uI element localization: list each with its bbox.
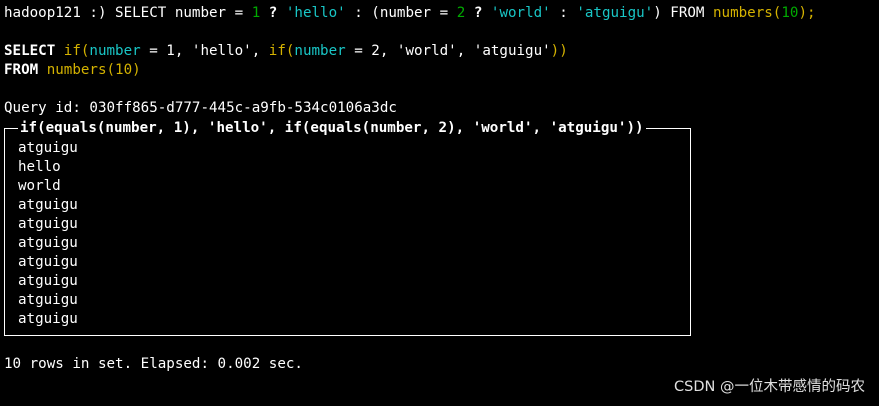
string-hello: 'hello' <box>285 5 346 21</box>
numbers-table-function: numbers <box>46 62 107 78</box>
column-header: if(equals(number, 1), 'hello', if(equals… <box>18 119 646 138</box>
numbers-args: (10) <box>106 62 141 78</box>
ternary-else-2: : <box>550 5 577 21</box>
table-row: atguigu <box>18 140 78 156</box>
ternary-else: : (number = <box>345 5 457 21</box>
summary-line: 10 rows in set. Elapsed: 0.002 sec. <box>4 356 303 372</box>
string-world: 'world' <box>490 5 551 21</box>
from-clause: ) FROM <box>653 5 713 21</box>
select-keyword: SELECT <box>4 43 56 59</box>
literal-10: 10 <box>781 5 799 21</box>
if-function-1: if( <box>63 43 90 59</box>
rewritten-query-line-2: FROM numbers(10) <box>4 61 875 80</box>
if-function-2: if( <box>268 43 295 59</box>
table-row: atguigu <box>18 292 78 308</box>
rewritten-query-line-1: SELECT if(number = 1, 'hello', if(number… <box>4 42 875 61</box>
table-row: atguigu <box>18 273 78 289</box>
query-id: Query id: 030ff865-d777-445c-a9fb-534c01… <box>4 100 397 116</box>
number-column-2: number <box>294 43 346 59</box>
table-row: world <box>18 178 61 194</box>
closing-parens: )) <box>550 43 568 59</box>
string-atguigu: 'atguigu' <box>576 5 654 21</box>
result-rows: atguigu hello world atguigu atguigu atguigu at… <box>18 139 78 329</box>
watermark: CSDN @一位木带感情的码农 <box>674 379 865 395</box>
condition-2: = 2, 'world', 'atguigu' <box>345 43 551 59</box>
table-row: atguigu <box>18 254 78 270</box>
literal-1: 1 <box>251 5 261 21</box>
query-input-line: hadoop121 :) SELECT number = 1 ? 'hello'… <box>4 4 875 23</box>
condition-1: = 1, 'hello', <box>140 43 269 59</box>
numbers-function: numbers( <box>713 5 782 21</box>
table-row: hello <box>18 159 61 175</box>
literal-2: 2 <box>456 5 466 21</box>
table-row: atguigu <box>18 235 78 251</box>
ternary-op: ? <box>260 5 286 21</box>
from-keyword: FROM <box>4 62 39 78</box>
prompt-text: hadoop121 :) SELECT number = <box>4 5 252 21</box>
terminal-output: hadoop121 :) SELECT number = 1 ? 'hello'… <box>4 4 875 374</box>
number-column-1: number <box>89 43 141 59</box>
ternary-op-2: ? <box>465 5 491 21</box>
table-row: atguigu <box>18 216 78 232</box>
table-row: atguigu <box>18 197 78 213</box>
table-row: atguigu <box>18 311 78 327</box>
statement-end: ); <box>798 5 816 21</box>
result-table: if(equals(number, 1), 'hello', if(equals… <box>4 119 691 336</box>
